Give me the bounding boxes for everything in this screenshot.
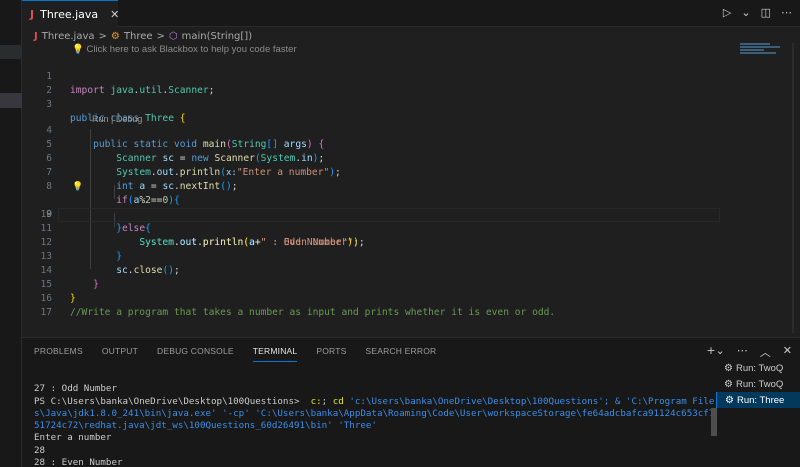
panel-actions: +⌄ ⋯ ︿ ✕ — [706, 344, 792, 360]
breadcrumb: J Three.java > ⚙ Three > ⬡ main(String[]… — [34, 29, 252, 43]
class-icon: ⚙ — [110, 30, 120, 42]
tab-output[interactable]: OUTPUT — [102, 346, 138, 362]
split-editor-icon[interactable]: ◫ — [761, 6, 771, 19]
breadcrumb-method[interactable]: main(String[]) — [182, 31, 252, 42]
activity-sidebar — [0, 0, 22, 467]
code-line-current: 9 💡 System.out.println(a+" : Even Number… — [22, 180, 722, 248]
chevron-down-icon[interactable]: ⌄ — [741, 6, 750, 19]
new-terminal-icon[interactable]: +⌄ — [706, 344, 724, 360]
code-line: 14 } — [22, 250, 722, 290]
code-line: 6 System.out.println(x:"Enter a number")… — [22, 138, 722, 178]
terminal-token: c: — [310, 395, 322, 407]
close-icon[interactable]: ✕ — [783, 344, 792, 360]
terminal-prompt: PS C:\Users\banka\OneDrive\Desktop\100Qu… — [34, 395, 311, 407]
bottom-panel: PROBLEMS OUTPUT DEBUG CONSOLE TERMINAL P… — [22, 337, 800, 467]
tab-search-error[interactable]: SEARCH ERROR — [365, 346, 436, 362]
sidebar-selected-item[interactable] — [0, 93, 22, 108]
terminal-item-label: Run: TwoQ — [735, 362, 784, 374]
terminal-line: 28 : Even Number — [34, 457, 123, 467]
code-line: 5 Scanner sc = new Scanner(System.in); — [22, 124, 722, 164]
terminal-item-label: Run: Three — [736, 394, 785, 406]
terminal-token: cd — [332, 395, 344, 407]
breadcrumb-file[interactable]: Three.java — [42, 31, 95, 42]
code-line: 4 public static void main(String[] args)… — [22, 110, 722, 150]
code-line: 12 } — [22, 222, 722, 262]
tab-debug-console[interactable]: DEBUG CONSOLE — [157, 346, 234, 362]
code-line: 16 //Write a program that takes a number… — [22, 278, 722, 318]
terminal-line: 51724c72\redhat.java\jdt_ws\100Questions… — [34, 420, 377, 432]
gear-icon: ⚙ — [724, 378, 733, 390]
terminal-scrollbar[interactable] — [711, 408, 717, 436]
tab-three-java[interactable]: J Three.java ✕ — [22, 0, 119, 27]
minimap[interactable] — [740, 43, 786, 67]
close-icon[interactable]: ✕ — [110, 8, 119, 21]
code-line: 7 int a = sc.nextInt(); — [22, 152, 722, 192]
sidebar-highlight — [0, 45, 22, 59]
code-line: 10 }else{ — [22, 194, 722, 234]
blackbox-hint[interactable]: 💡 Click here to ask Blackbox to help you… — [72, 44, 297, 55]
panel-tabs: PROBLEMS OUTPUT DEBUG CONSOLE TERMINAL P… — [34, 346, 436, 362]
tab-title: Three.java — [40, 7, 99, 21]
gear-icon: ⚙ — [725, 394, 734, 406]
gear-icon: ⚙ — [724, 362, 733, 374]
code-line: 17 — [22, 292, 722, 318]
tab-ports[interactable]: PORTS — [316, 346, 346, 362]
more-actions-icon[interactable]: ⋯ — [737, 344, 748, 360]
maximize-panel-icon[interactable]: ︿ — [760, 344, 771, 360]
code-line: 13 sc.close(); — [22, 236, 722, 276]
line-number: 17 — [40, 307, 52, 318]
code-line: 2 — [22, 70, 722, 96]
code-editor[interactable]: 💡 Click here to ask Blackbox to help you… — [22, 43, 722, 333]
terminal-item-run-twoq[interactable]: ⚙ Run: TwoQ — [716, 360, 800, 376]
terminal-list: ⚙ Run: TwoQ ⚙ Run: TwoQ ⚙ Run: Three — [716, 360, 800, 408]
terminal-line: Enter a number — [34, 432, 112, 444]
terminal-item-run-three[interactable]: ⚙ Run: Three — [716, 392, 800, 408]
tab-problems[interactable]: PROBLEMS — [34, 346, 83, 362]
editor-tab-bar: J Three.java ✕ ▷ ⌄ ◫ ⋯ — [22, 0, 800, 27]
lightbulb-icon[interactable]: 💡 — [72, 180, 83, 194]
terminal-line: 28 — [34, 444, 46, 456]
method-icon: ⬡ — [168, 30, 178, 42]
breadcrumb-separator: > — [156, 30, 165, 42]
terminal-token: ; — [321, 395, 333, 407]
breadcrumb-separator: > — [98, 30, 107, 42]
breadcrumb-class[interactable]: Three — [124, 31, 153, 42]
editor-actions: ▷ ⌄ ◫ ⋯ — [723, 6, 792, 19]
terminal-output[interactable]: 27 : Odd Number PS C:\Users\banka\OneDri… — [34, 371, 716, 467]
code-line: 15 } — [22, 264, 722, 304]
more-actions-icon[interactable]: ⋯ — [781, 6, 792, 19]
code-line: 3 public class Three { — [22, 84, 722, 124]
code-line: 8 if(a%2==0){ — [22, 166, 722, 206]
run-icon[interactable]: ▷ — [723, 6, 731, 19]
code-line: 1 import java.util.Scanner; — [22, 56, 722, 96]
terminal-token: 'c:\Users\banka\OneDrive\Desktop\100Ques… — [343, 395, 715, 407]
java-file-icon: J — [30, 7, 35, 21]
terminal-line: s\Java\jdk1.8.0_241\bin\java.exe' '-cp' … — [34, 407, 715, 419]
terminal-item-run-twoq[interactable]: ⚙ Run: TwoQ — [716, 376, 800, 392]
terminal-line: 27 : Odd Number — [34, 383, 117, 395]
java-file-icon: J — [34, 30, 38, 42]
editor-scrollbar[interactable] — [792, 43, 794, 333]
code-line: 11 System.out.println(a+" : Odd Number")… — [22, 208, 722, 248]
terminal-item-label: Run: TwoQ — [735, 378, 784, 390]
tab-terminal[interactable]: TERMINAL — [252, 346, 298, 362]
